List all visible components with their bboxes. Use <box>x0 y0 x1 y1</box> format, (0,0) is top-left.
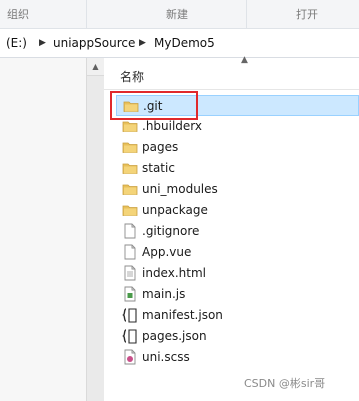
breadcrumb-folder[interactable]: uniappSource <box>53 36 135 50</box>
organize-button[interactable]: 组织 <box>7 6 29 22</box>
file-row[interactable]: .gitignore <box>116 221 359 241</box>
folder-row[interactable]: unpackage <box>116 200 359 220</box>
folder-icon <box>122 202 138 218</box>
watermark: CSDN @彬sir哥 <box>244 377 326 390</box>
html-file-icon <box>122 265 138 281</box>
js-file-icon <box>122 286 138 302</box>
file-name: App.vue <box>142 245 192 259</box>
breadcrumb-drive[interactable]: (E:) <box>6 36 27 50</box>
folder-row[interactable]: pages <box>116 137 359 157</box>
file-name: .hbuilderx <box>142 119 203 133</box>
scroll-up-arrow-icon[interactable]: ▲ <box>87 58 104 76</box>
file-name: pages.json <box>142 329 207 343</box>
breadcrumb-current[interactable]: MyDemo5 <box>154 36 215 50</box>
file-name: static <box>142 161 175 175</box>
file-name: unpackage <box>142 203 208 217</box>
folder-icon <box>122 139 138 155</box>
file-name: manifest.json <box>142 308 223 322</box>
file-row[interactable]: manifest.json <box>116 305 359 325</box>
file-row[interactable]: uni.scss <box>116 347 359 367</box>
file-icon <box>122 223 138 239</box>
folder-row[interactable]: static <box>116 158 359 178</box>
name-column-label[interactable]: 名称 <box>120 68 144 85</box>
chevron-right-icon[interactable]: ▶ <box>39 38 46 48</box>
scss-file-icon <box>122 349 138 365</box>
file-row[interactable]: main.js <box>116 284 359 304</box>
highlight-box <box>110 91 198 120</box>
file-name: pages <box>142 140 179 154</box>
file-name: main.js <box>142 287 186 301</box>
folder-icon <box>122 181 138 197</box>
chevron-right-icon[interactable]: ▶ <box>139 38 146 48</box>
folder-row[interactable]: uni_modules <box>116 179 359 199</box>
toolbar-divider <box>86 0 87 28</box>
address-bar[interactable]: (E:) ▶ uniappSource ▶ MyDemo5 <box>0 30 359 58</box>
toolbar-divider <box>246 0 247 28</box>
file-row[interactable]: App.vue <box>116 242 359 262</box>
json-file-icon <box>122 307 138 323</box>
file-name: .gitignore <box>142 224 200 238</box>
file-name: index.html <box>142 266 206 280</box>
folder-icon <box>122 118 138 134</box>
new-button[interactable]: 新建 <box>166 6 188 22</box>
file-name: uni_modules <box>142 182 218 196</box>
column-header[interactable]: 名称 ▲ <box>104 55 359 90</box>
folder-icon <box>122 160 138 176</box>
file-name: uni.scss <box>142 350 190 364</box>
open-button[interactable]: 打开 <box>296 6 318 22</box>
file-icon <box>122 244 138 260</box>
file-row[interactable]: index.html <box>116 263 359 283</box>
json-file-icon <box>122 328 138 344</box>
sort-up-icon: ▲ <box>241 55 248 65</box>
scrollbar[interactable]: ▲ <box>86 58 105 401</box>
toolbar: 组织 新建 打开 <box>0 0 359 29</box>
file-row[interactable]: pages.json <box>116 326 359 346</box>
navigation-pane[interactable] <box>0 58 86 401</box>
